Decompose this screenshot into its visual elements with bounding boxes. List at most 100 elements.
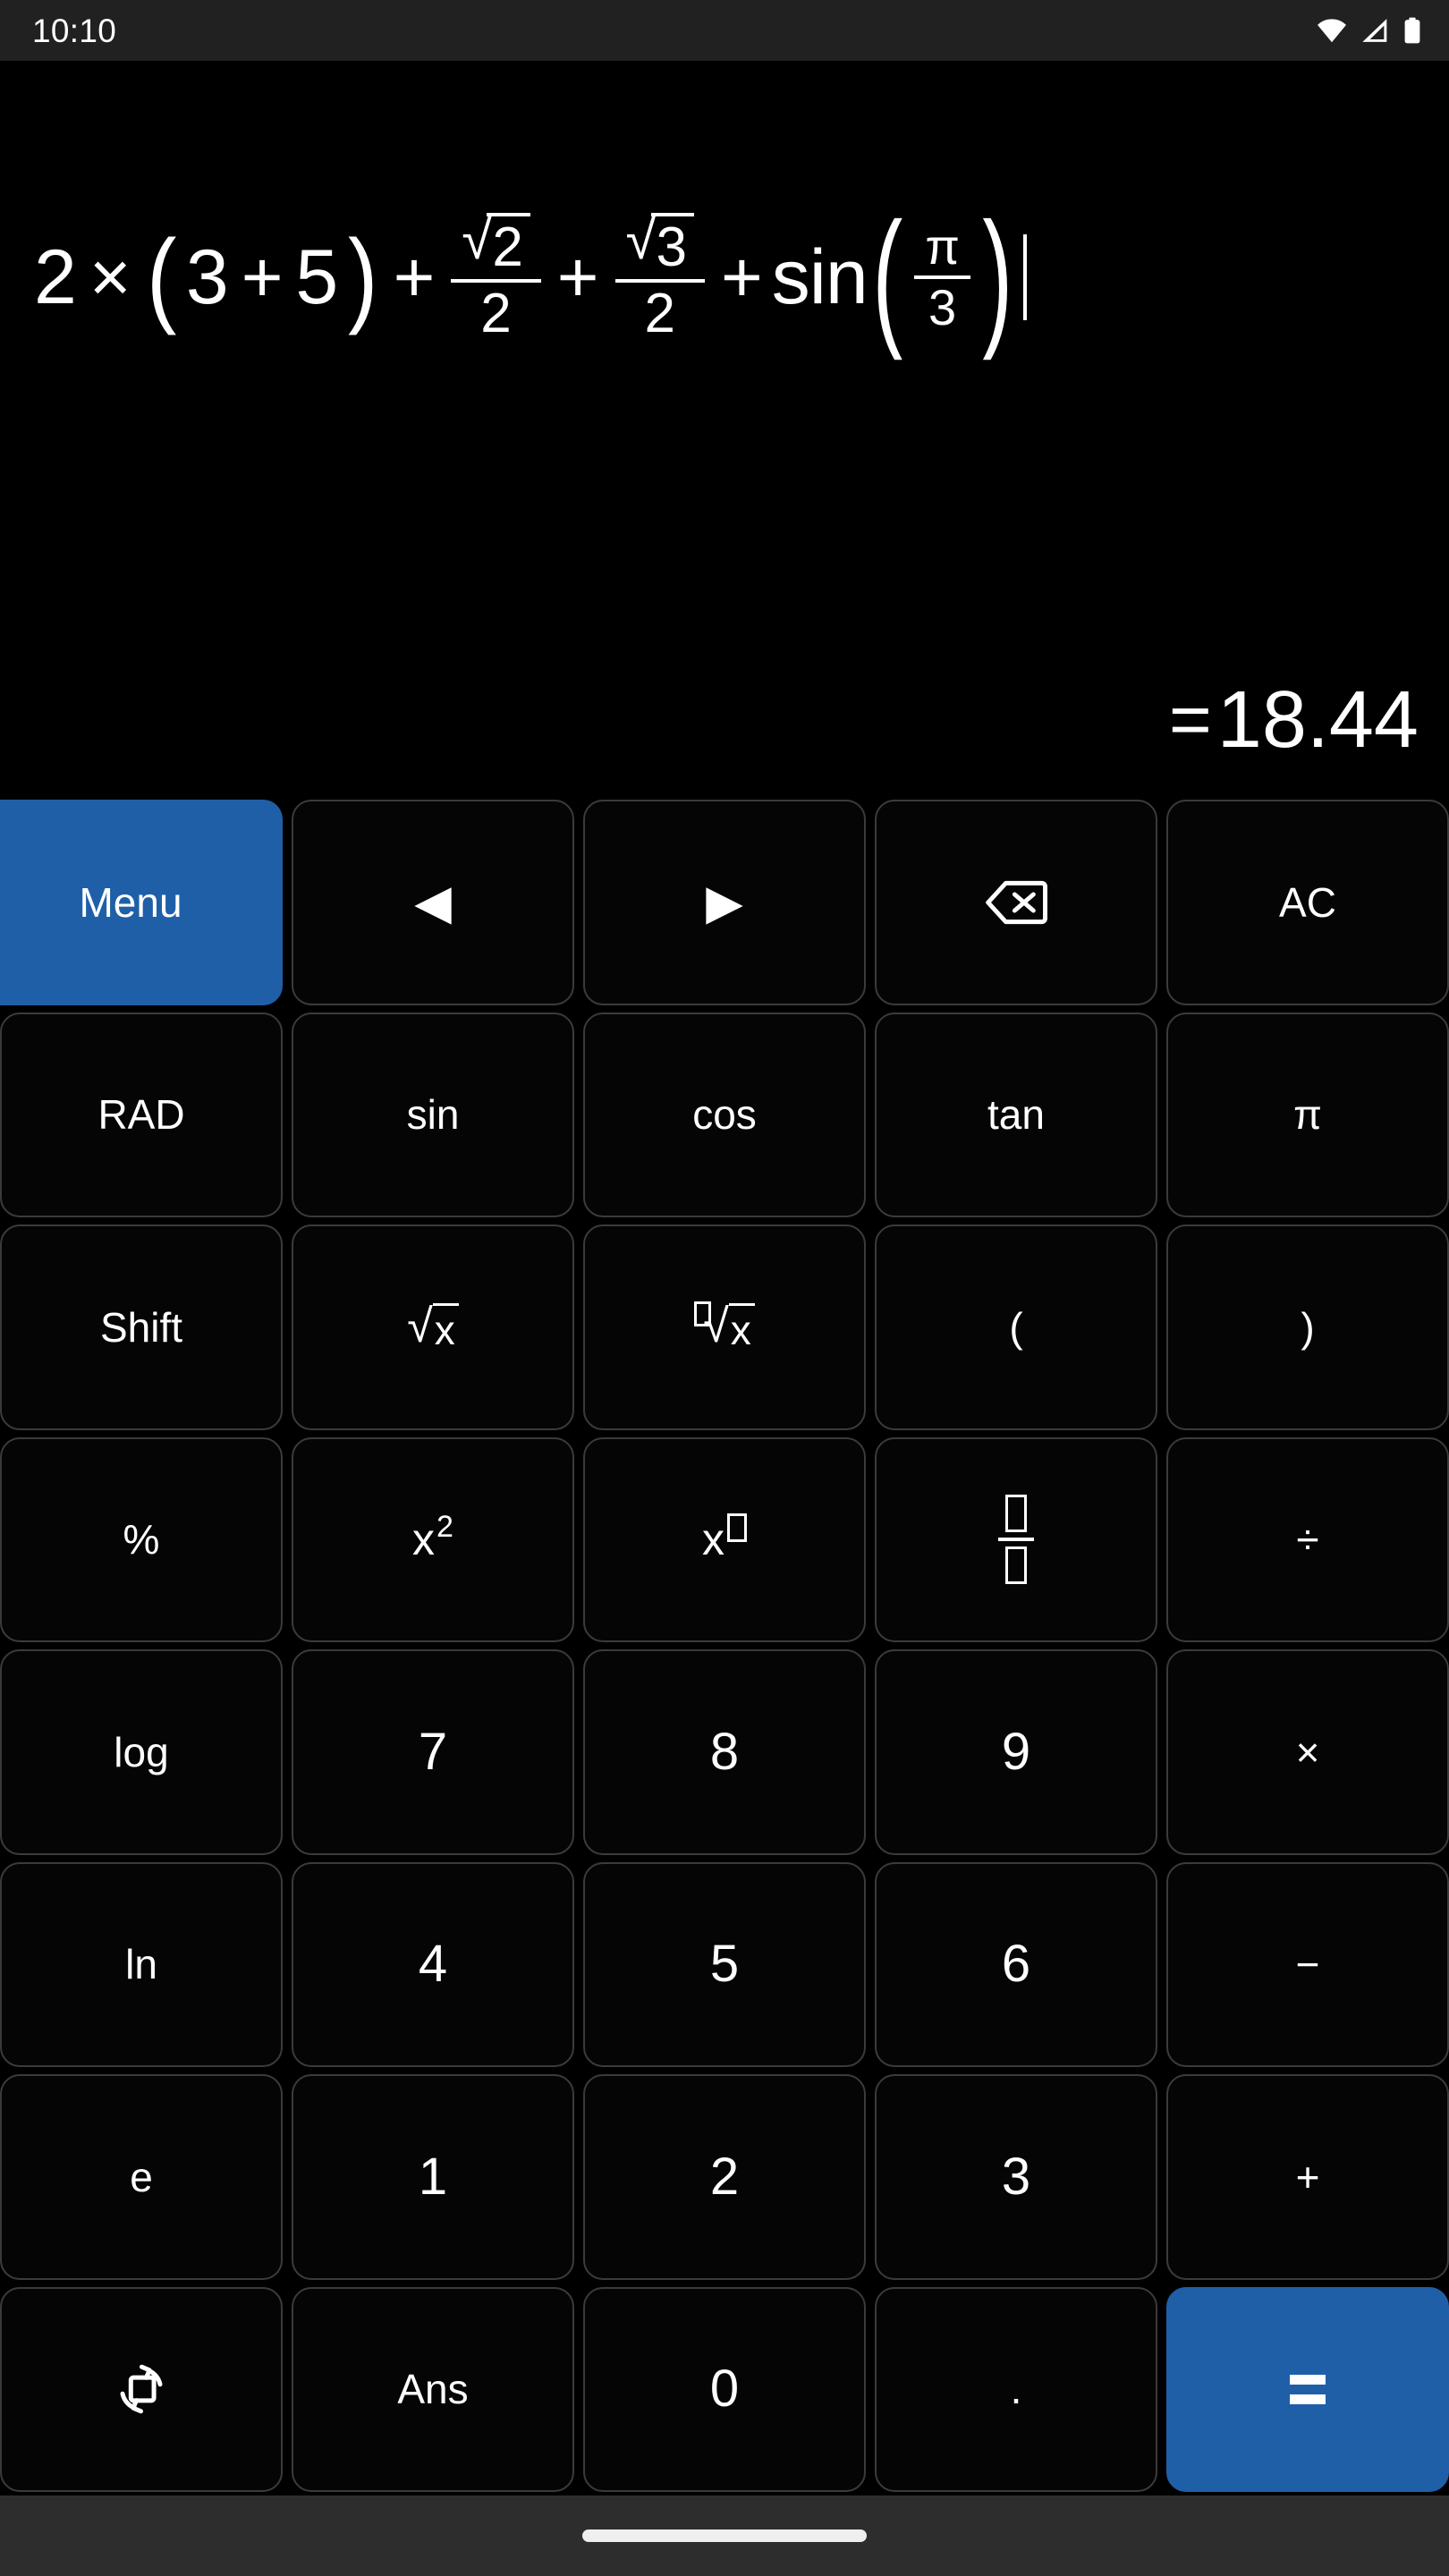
digit-2-button[interactable]: 2 — [583, 2074, 866, 2280]
expr-sine-open-paren: ( — [872, 191, 902, 362]
open-paren-button-label: ( — [1009, 1303, 1023, 1351]
multiply-button-label: × — [1295, 1728, 1320, 1775]
digit-6-button-label: 6 — [1001, 1935, 1031, 1994]
exponent-placeholder-box — [727, 1513, 747, 1543]
fraction-template-glyph — [998, 1495, 1034, 1585]
close-paren-button[interactable]: ) — [1166, 1224, 1449, 1430]
cos-button[interactable]: cos — [583, 1012, 866, 1217]
expr-sine-close-paren: ) — [982, 191, 1013, 362]
answer-button[interactable]: Ans — [292, 2286, 574, 2492]
expr-fraction-1: √ 2 2 — [451, 212, 541, 345]
expr-fraction-1-denominator: 2 — [480, 283, 512, 345]
cursor-right-button-glyph: ▶ — [706, 875, 743, 929]
log-button-label: log — [114, 1728, 169, 1775]
divide-button-label: ÷ — [1296, 1516, 1319, 1563]
square-root-button[interactable]: √ x — [292, 1224, 574, 1430]
plus-button[interactable]: + — [1166, 2074, 1449, 2280]
pi-button-label: π — [1293, 1091, 1322, 1139]
expr-radical-1-radicand: 2 — [487, 213, 530, 275]
digit-7-button-label: 7 — [418, 1722, 448, 1781]
decimal-point-button[interactable]: . — [875, 2286, 1157, 2492]
denominator-placeholder-box — [1005, 1546, 1027, 1585]
expr-radical-2: √ 3 — [626, 212, 695, 275]
expr-operand-5: 5 — [295, 234, 339, 321]
equals-glyph — [1290, 2374, 1326, 2404]
expr-operand-3: 3 — [185, 234, 229, 321]
answer-button-label: Ans — [397, 2366, 469, 2413]
expr-multiply-operator: × — [89, 237, 131, 318]
all-clear-button[interactable]: AC — [1166, 800, 1449, 1005]
expr-plus-operator-2: + — [393, 237, 436, 318]
digit-9-button[interactable]: 9 — [875, 1649, 1157, 1855]
sin-button-label: sin — [406, 1091, 460, 1139]
result-equals-sign: = — [1168, 679, 1212, 760]
digit-4-button[interactable]: 4 — [292, 1861, 574, 2067]
digit-6-button[interactable]: 6 — [875, 1861, 1157, 2067]
wifi-icon — [1317, 18, 1347, 43]
digit-0-button[interactable]: 0 — [583, 2286, 866, 2492]
digit-7-button[interactable]: 7 — [292, 1649, 574, 1855]
euler-button[interactable]: e — [0, 2074, 283, 2280]
equals-button[interactable] — [1166, 2286, 1449, 2492]
sin-button[interactable]: sin — [292, 1012, 574, 1217]
expr-plus-operator-1: + — [241, 237, 284, 318]
cursor-right-button[interactable]: ▶ — [583, 800, 866, 1005]
digit-5-button[interactable]: 5 — [583, 1861, 866, 2067]
expr-sine-fraction-numerator: π — [925, 218, 960, 275]
log-button[interactable]: log — [0, 1649, 283, 1855]
pi-button[interactable]: π — [1166, 1012, 1449, 1217]
digit-1-button-label: 1 — [418, 2147, 448, 2206]
digit-4-button-label: 4 — [418, 1935, 448, 1994]
expr-fraction-2: √ 3 2 — [614, 212, 706, 345]
minus-button[interactable]: − — [1166, 1861, 1449, 2067]
tan-button-label: tan — [987, 1091, 1045, 1139]
calculator-display[interactable]: 2 × ( 3 + 5 ) + √ 2 2 + √ 3 2 + sin (π … — [0, 61, 1449, 796]
expr-open-paren: ( — [146, 217, 176, 336]
expr-sine-argument-fraction: π 3 — [914, 222, 970, 333]
power-button[interactable]: x — [583, 1436, 866, 1642]
home-gesture-pill[interactable] — [582, 2529, 867, 2542]
expr-radical-2-radicand: 3 — [650, 213, 695, 275]
digit-3-button-label: 3 — [1001, 2147, 1031, 2206]
expr-sine-function: sin — [771, 234, 869, 321]
expr-fraction-2-denominator: 2 — [644, 283, 676, 345]
screen-rotation-button[interactable] — [0, 2286, 283, 2492]
cursor-left-button[interactable]: ◀ — [292, 800, 574, 1005]
euler-button-label: e — [130, 2153, 153, 2200]
all-clear-button-label: AC — [1279, 878, 1336, 926]
digit-8-button[interactable]: 8 — [583, 1649, 866, 1855]
ln-button-label: ln — [125, 1941, 157, 1988]
keypad: Menu ◀ ▶ AC RAD sin cos tan π Shift √ x √ x ()% x 2 x ÷ log… — [0, 796, 1449, 2496]
expr-close-paren: ) — [348, 217, 378, 336]
minus-button-label: − — [1295, 1941, 1320, 1988]
numerator-placeholder-box — [1005, 1495, 1027, 1533]
expr-sine-fraction-denominator: 3 — [928, 279, 957, 336]
percent-button[interactable]: % — [0, 1436, 283, 1642]
expression-line[interactable]: 2 × ( 3 + 5 ) + √ 2 2 + √ 3 2 + sin (π … — [30, 191, 1027, 362]
multiply-button[interactable]: × — [1166, 1649, 1449, 1855]
menu-button[interactable]: Menu — [0, 800, 283, 1005]
square-button[interactable]: x2 — [292, 1436, 574, 1642]
nth-root-button[interactable]: √ x — [583, 1224, 866, 1430]
cellular-signal-icon — [1360, 18, 1389, 43]
backspace-button[interactable] — [875, 800, 1157, 1005]
digit-1-button[interactable]: 1 — [292, 2074, 574, 2280]
digit-3-button[interactable]: 3 — [875, 2074, 1157, 2280]
digit-2-button-label: 2 — [709, 2147, 740, 2206]
digit-5-button-label: 5 — [709, 1935, 740, 1994]
tan-button[interactable]: tan — [875, 1012, 1157, 1217]
angle-mode-button[interactable]: RAD — [0, 1012, 283, 1217]
digit-0-button-label: 0 — [709, 2360, 740, 2419]
expr-plus-operator-4: + — [721, 237, 763, 318]
system-navigation-bar — [0, 2496, 1449, 2576]
plus-button-label: + — [1295, 2153, 1320, 2200]
shift-button[interactable]: Shift — [0, 1224, 283, 1430]
digit-8-button-label: 8 — [709, 1722, 740, 1781]
shift-button-label: Shift — [99, 1303, 183, 1351]
ln-button[interactable]: ln — [0, 1861, 283, 2067]
divide-button[interactable]: ÷ — [1166, 1436, 1449, 1642]
status-bar: 10:10 — [0, 0, 1449, 61]
battery-icon — [1402, 17, 1422, 44]
open-paren-button[interactable]: ( — [875, 1224, 1157, 1430]
fraction-button[interactable] — [875, 1436, 1157, 1642]
